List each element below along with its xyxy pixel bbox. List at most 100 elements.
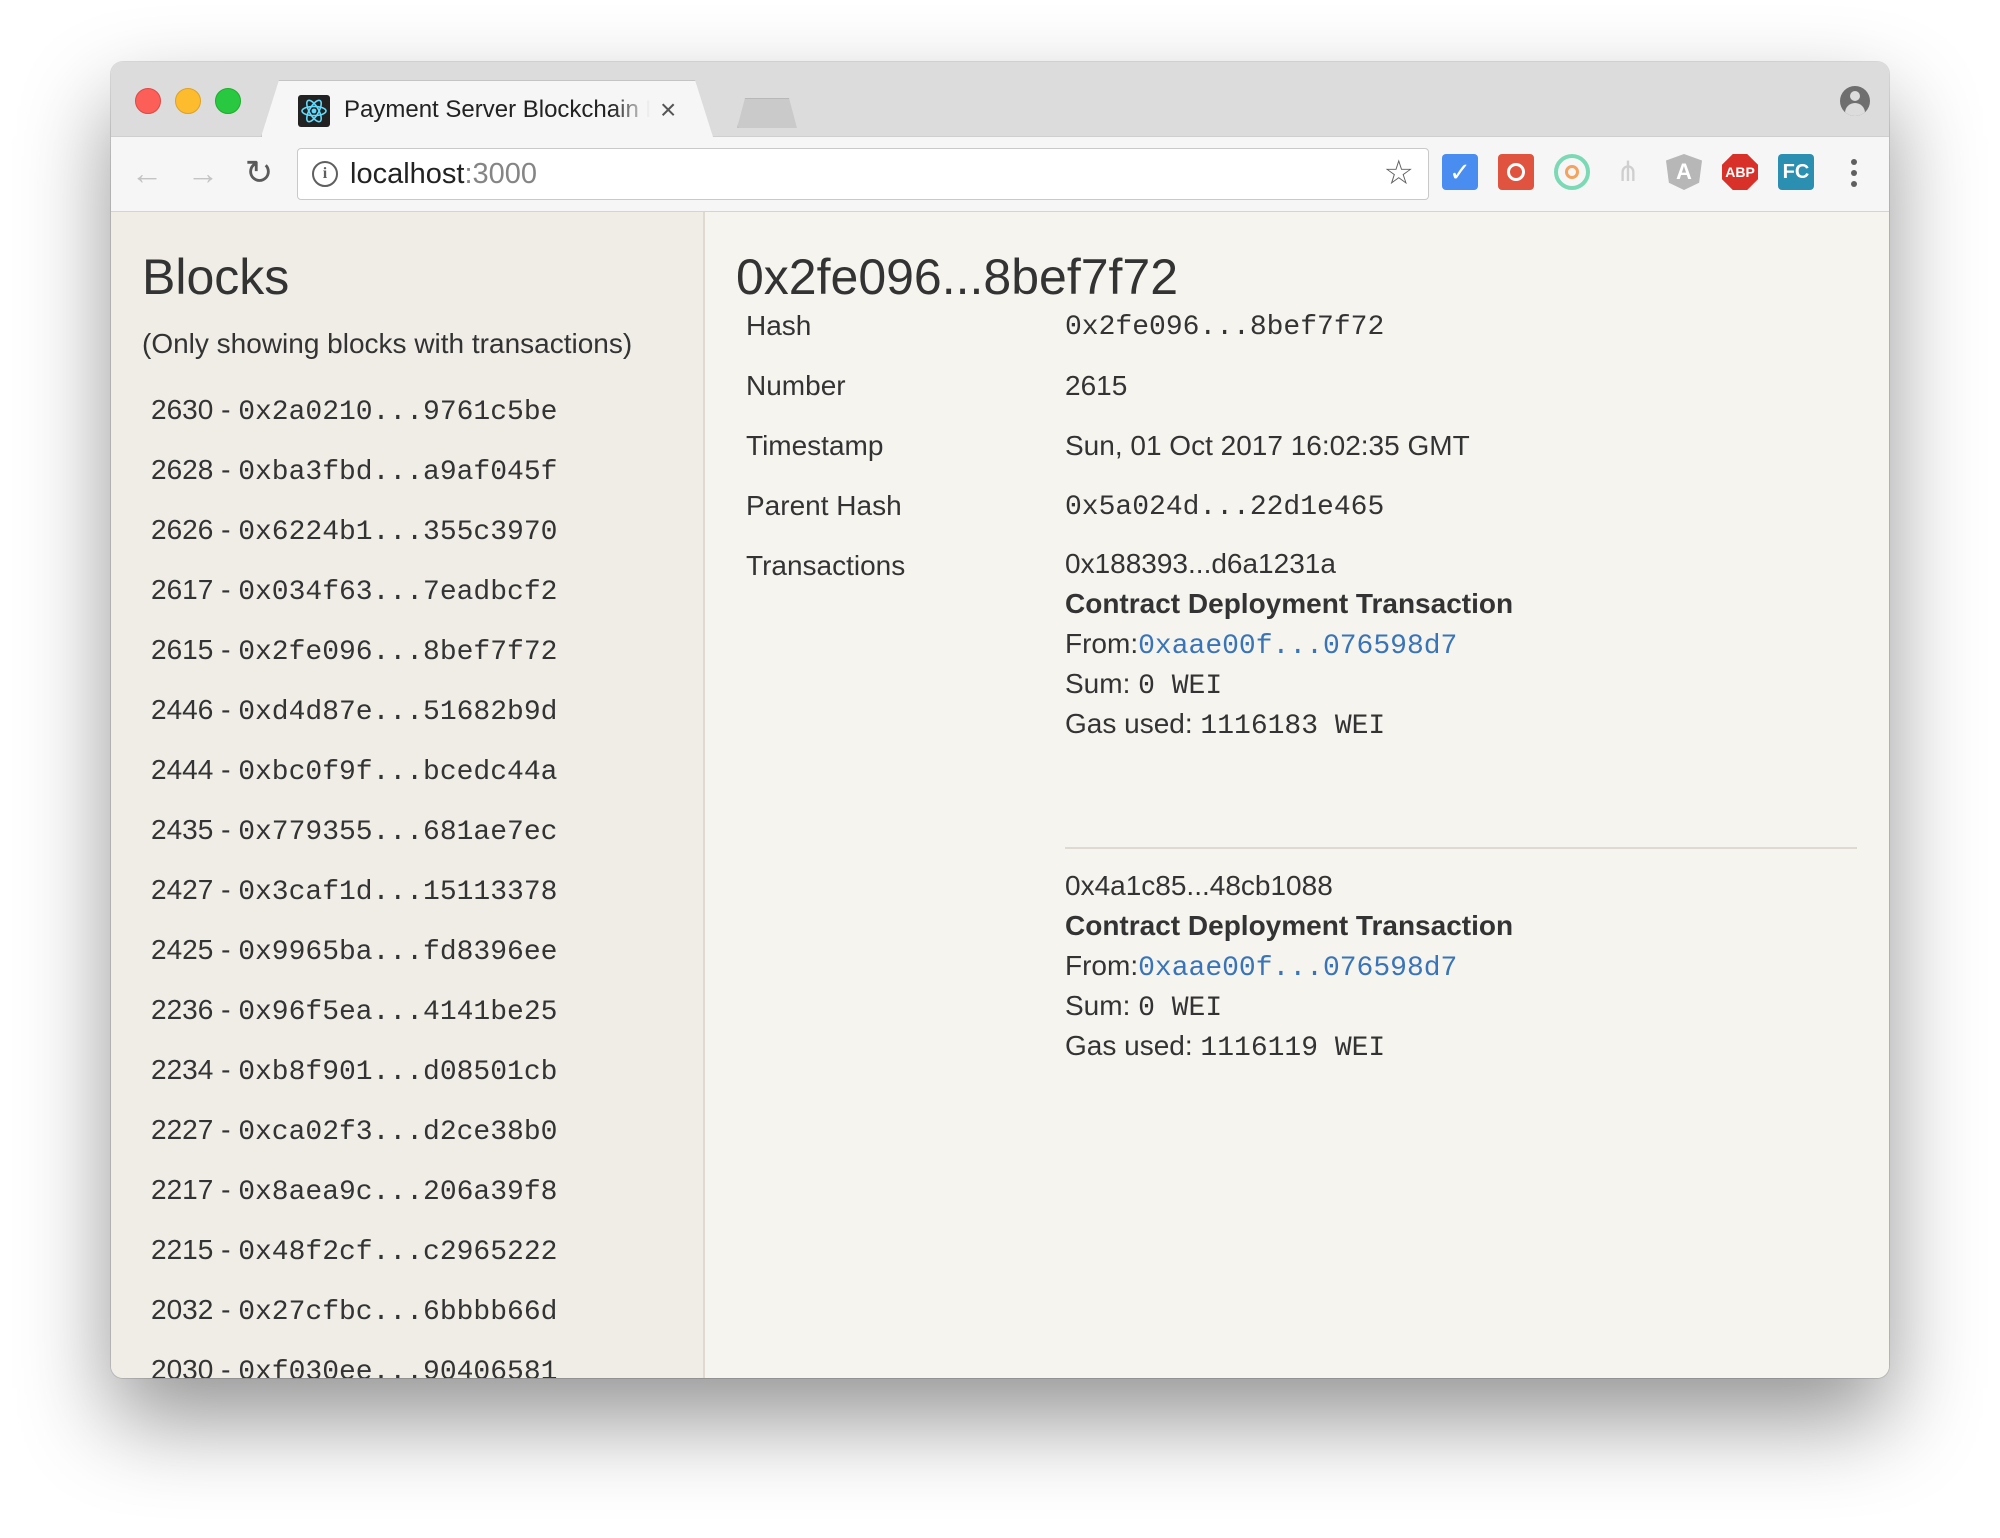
- transaction-from: From:0xaae00f...076598d7: [1065, 624, 1857, 664]
- close-window-button[interactable]: [135, 88, 161, 114]
- gas-label: Gas used:: [1065, 708, 1201, 739]
- block-list-item[interactable]: 2628 - 0xba3fbd...a9af045f: [151, 450, 557, 510]
- block-number: 2227: [151, 1114, 214, 1145]
- block-number: 2446: [151, 694, 214, 725]
- block-list-item[interactable]: 2446 - 0xd4d87e...51682b9d: [151, 690, 557, 750]
- transaction-gas: Gas used: 1116119 WEI: [1065, 1026, 1857, 1066]
- block-list-item[interactable]: 2032 - 0x27cfbc...6bbbb66d: [151, 1290, 557, 1350]
- block-hash: 0x2a0210...9761c5be: [238, 397, 558, 428]
- sidebar-title: Blocks: [142, 249, 290, 305]
- block-number: 2030: [151, 1354, 214, 1378]
- bookmark-star-icon[interactable]: ☆: [1384, 153, 1414, 193]
- transaction-from: From:0xaae00f...076598d7: [1065, 946, 1857, 986]
- gas-value: 1116119 WEI: [1200, 1033, 1386, 1064]
- new-tab-button[interactable]: [737, 98, 797, 128]
- from-address-link[interactable]: 0xaae00f...076598d7: [1138, 953, 1457, 984]
- block-list-item[interactable]: 2435 - 0x779355...681ae7ec: [151, 810, 557, 870]
- block-hash: 0xbc0f9f...bcedc44a: [238, 757, 558, 788]
- browser-toolbar: ← → ↻ i localhost:3000 ☆ ✓ ⋔ A ABP FC: [111, 137, 1889, 212]
- block-hash: 0x48f2cf...c2965222: [238, 1237, 558, 1268]
- transaction-gas: Gas used: 1116183 WEI: [1065, 704, 1857, 744]
- info-icon[interactable]: i: [312, 161, 338, 187]
- sitemap-extension-icon[interactable]: ⋔: [1610, 154, 1646, 190]
- block-hash: 0xca02f3...d2ce38b0: [238, 1117, 558, 1148]
- from-label: From:: [1065, 950, 1139, 981]
- block-list-item[interactable]: 2217 - 0x8aea9c...206a39f8: [151, 1170, 557, 1230]
- url-host: localhost: [350, 158, 465, 190]
- menu-kebab-icon[interactable]: [1847, 155, 1861, 191]
- block-list-item[interactable]: 2030 - 0xf030ee...90406581: [151, 1350, 557, 1378]
- page-content: Blocks (Only showing blocks with transac…: [111, 212, 1889, 1378]
- number-value: 2615: [1065, 370, 1128, 401]
- address-bar[interactable]: i localhost:3000 ☆: [297, 148, 1429, 200]
- block-list-item[interactable]: 2617 - 0x034f63...7eadbcf2: [151, 570, 557, 630]
- block-hash: 0x9965ba...fd8396ee: [238, 937, 558, 968]
- transaction-item: 0x188393...d6a1231a Contract Deployment …: [1065, 544, 1857, 744]
- url-text: localhost:3000: [350, 158, 537, 191]
- transaction-divider: [1065, 847, 1857, 849]
- sum-value: 0 WEI: [1138, 671, 1223, 702]
- block-number: 2425: [151, 934, 214, 965]
- block-hash: 0xf030ee...90406581: [238, 1357, 558, 1378]
- checkmark-extension-icon[interactable]: ✓: [1442, 154, 1478, 190]
- transaction-kind: Contract Deployment Transaction: [1065, 910, 1514, 941]
- reload-icon[interactable]: ↻: [241, 155, 277, 191]
- browser-window: Payment Server Blockchain Explorer × ← →…: [111, 62, 1889, 1378]
- block-list-item[interactable]: 2234 - 0xb8f901...d08501cb: [151, 1050, 557, 1110]
- gas-value: 1116183 WEI: [1200, 711, 1386, 742]
- adblock-extension-icon[interactable]: ABP: [1722, 154, 1758, 190]
- block-list-item[interactable]: 2236 - 0x96f5ea...4141be25: [151, 990, 557, 1050]
- hash-label: Hash: [746, 310, 812, 341]
- block-list-item[interactable]: 2630 - 0x2a0210...9761c5be: [151, 390, 557, 450]
- block-hash: 0x3caf1d...15113378: [238, 877, 558, 908]
- react-icon: [298, 95, 330, 127]
- from-address-link[interactable]: 0xaae00f...076598d7: [1138, 631, 1457, 662]
- gas-label: Gas used:: [1065, 1030, 1201, 1061]
- block-list: 2630 - 0x2a0210...9761c5be 2628 - 0xba3fb…: [151, 390, 557, 1378]
- block-number: 2427: [151, 874, 214, 905]
- timestamp-label: Timestamp: [746, 430, 884, 461]
- block-number: 2630: [151, 394, 214, 425]
- block-list-item[interactable]: 2626 - 0x6224b1...355c3970: [151, 510, 557, 570]
- parent-hash-label: Parent Hash: [746, 490, 902, 521]
- forward-arrow-icon[interactable]: →: [185, 155, 221, 191]
- tab-strip: Payment Server Blockchain Explorer ×: [111, 62, 1889, 137]
- block-number: 2234: [151, 1054, 214, 1085]
- block-list-item[interactable]: 2444 - 0xbc0f9f...bcedc44a: [151, 750, 557, 810]
- block-number: 2626: [151, 514, 214, 545]
- transaction-hash: 0x188393...d6a1231a: [1065, 548, 1336, 579]
- block-number: 2628: [151, 454, 214, 485]
- minimize-window-button[interactable]: [175, 88, 201, 114]
- profile-icon[interactable]: [1840, 86, 1870, 116]
- block-hash: 0xd4d87e...51682b9d: [238, 697, 558, 728]
- timestamp-value: Sun, 01 Oct 2017 16:02:35 GMT: [1065, 430, 1470, 461]
- sum-value: 0 WEI: [1138, 993, 1223, 1024]
- block-list-item[interactable]: 2615 - 0x2fe096...8bef7f72: [151, 630, 557, 690]
- zoom-window-button[interactable]: [215, 88, 241, 114]
- transaction-kind: Contract Deployment Transaction: [1065, 588, 1514, 619]
- block-number: 2032: [151, 1294, 214, 1325]
- block-hash: 0x034f63...7eadbcf2: [238, 577, 558, 608]
- block-list-item[interactable]: 2425 - 0x9965ba...fd8396ee: [151, 930, 557, 990]
- target-extension-icon[interactable]: [1554, 154, 1590, 190]
- block-hash: 0x27cfbc...6bbbb66d: [238, 1297, 558, 1328]
- block-number: 2615: [151, 634, 214, 665]
- sum-label: Sum:: [1065, 668, 1139, 699]
- block-list-item[interactable]: 2427 - 0x3caf1d...15113378: [151, 870, 557, 930]
- fc-extension-icon[interactable]: FC: [1778, 154, 1814, 190]
- block-list-item[interactable]: 2227 - 0xca02f3...d2ce38b0: [151, 1110, 557, 1170]
- angular-extension-icon[interactable]: A: [1666, 154, 1702, 190]
- url-port: :3000: [464, 158, 538, 190]
- molecule-extension-icon[interactable]: [1498, 154, 1534, 190]
- tab-active[interactable]: Payment Server Blockchain Explorer ×: [261, 80, 715, 138]
- block-detail: 0x2fe096...8bef7f72 Hash 0x2fe096...8bef…: [705, 212, 1889, 1378]
- back-arrow-icon[interactable]: ←: [129, 155, 165, 191]
- sidebar-subtitle: (Only showing blocks with transactions): [142, 328, 633, 359]
- block-list-item[interactable]: 2215 - 0x48f2cf...c2965222: [151, 1230, 557, 1290]
- blocks-sidebar: Blocks (Only showing blocks with transac…: [111, 212, 705, 1378]
- tab-close-icon[interactable]: ×: [660, 95, 676, 125]
- transaction-sum: Sum: 0 WEI: [1065, 664, 1857, 704]
- parent-hash-value: 0x5a024d...22d1e465: [1065, 492, 1385, 523]
- transactions-label: Transactions: [746, 550, 906, 581]
- sum-label: Sum:: [1065, 990, 1139, 1021]
